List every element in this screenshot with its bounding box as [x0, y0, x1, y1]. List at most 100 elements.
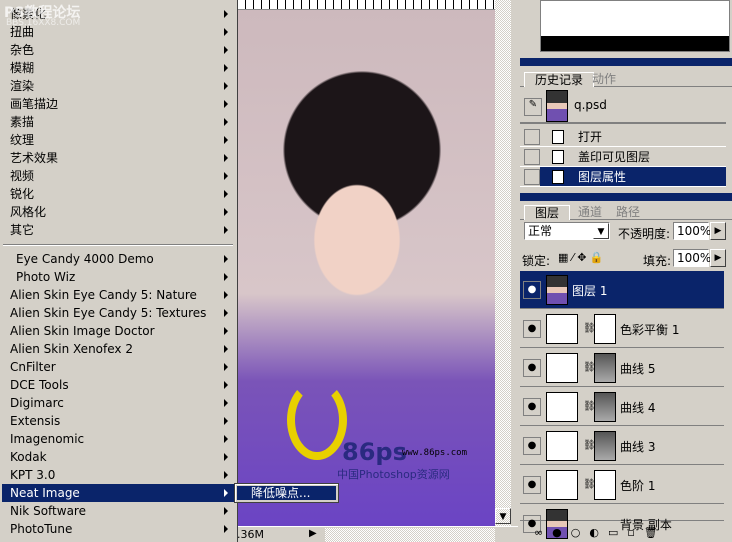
submenu-arrow-icon	[224, 64, 228, 72]
menu-item[interactable]: 风格化	[2, 203, 234, 221]
lock-icons[interactable]: ▦ ⁄ ✥ 🔒	[558, 251, 604, 264]
layers-bottom-toolbar[interactable]: ∞●○◐▭▫🗑	[520, 526, 732, 542]
menu-item[interactable]: DCE Tools	[2, 376, 234, 394]
history-state-icon	[552, 130, 564, 144]
history-source-checkbox[interactable]	[524, 169, 540, 185]
menu-item[interactable]: KPT 3.0	[2, 466, 234, 484]
history-brush-icon[interactable]: ✎	[524, 98, 542, 116]
eye-icon[interactable]: ●	[523, 476, 541, 494]
watermark-url: BBS.16XX8.COM	[6, 18, 81, 28]
menu-item[interactable]: CnFilter	[2, 358, 234, 376]
menu-item[interactable]: 模糊	[2, 59, 234, 77]
submenu-arrow-icon	[224, 154, 228, 162]
layer-name: 曲线 3	[620, 440, 656, 454]
submenu-arrow-icon	[224, 136, 228, 144]
menu-item[interactable]: PhotoTune	[2, 520, 234, 538]
history-item[interactable]: 打开	[520, 127, 726, 147]
layer-row[interactable]: ● 图层 1	[520, 271, 724, 309]
submenu-arrow-icon	[224, 399, 228, 407]
layer-row[interactable]: ● ⛓ 曲线 3	[520, 427, 724, 465]
submenu-arrow-icon	[224, 381, 228, 389]
horizontal-ruler	[237, 0, 495, 10]
menu-item[interactable]: 锐化	[2, 185, 234, 203]
filter-menu: 像素化 扭曲 杂色 模糊 渲染 画笔描边 素描 纹理 艺术效果 视频 锐化 风格化 其它 Eye Cand…	[0, 0, 238, 542]
eye-icon[interactable]: ●	[523, 320, 541, 338]
menu-item[interactable]: Eye Candy 4000 Demo	[2, 250, 234, 268]
layer-row[interactable]: ● 背景 副本	[520, 505, 724, 539]
eye-icon[interactable]: ●	[523, 437, 541, 455]
opacity-slider-button[interactable]: ▶	[710, 222, 726, 240]
menu-item[interactable]: 艺术效果	[2, 149, 234, 167]
adjustment-thumbnail	[546, 431, 578, 461]
menu-item[interactable]: Digimarc	[2, 394, 234, 412]
menu-item[interactable]: 其它	[2, 221, 234, 239]
menu-item[interactable]: 渲染	[2, 77, 234, 95]
menu-item[interactable]: Extensis	[2, 412, 234, 430]
vertical-scrollbar[interactable]: ▼	[495, 0, 511, 526]
horizontal-scrollbar[interactable]	[325, 528, 495, 542]
chevron-down-icon[interactable]: ▼	[593, 223, 609, 239]
fill-input[interactable]: 100%	[673, 249, 711, 267]
submenu-arrow-icon	[224, 118, 228, 126]
logo-subtitle: 中国Photoshop资源网	[337, 468, 450, 481]
submenu-arrow-icon	[224, 417, 228, 425]
menu-item[interactable]: Kodak	[2, 448, 234, 466]
tab-actions[interactable]: 动作	[582, 72, 626, 87]
status-menu-arrow-icon[interactable]: ▶	[309, 528, 317, 539]
history-panel-titlebar[interactable]	[520, 58, 732, 66]
menu-item[interactable]: Alien Skin Image Doctor	[2, 322, 234, 340]
layers-panel-titlebar[interactable]	[520, 193, 732, 201]
submenu-arrow-icon	[224, 226, 228, 234]
submenu-arrow-icon	[224, 507, 228, 515]
submenu-arrow-icon	[224, 363, 228, 371]
adjustment-thumbnail	[546, 314, 578, 344]
submenu-arrow-icon	[224, 489, 228, 497]
fill-slider-button[interactable]: ▶	[710, 249, 726, 267]
document-canvas[interactable]: 86ps www.86ps.com 中国Photoshop资源网	[237, 10, 495, 526]
menu-item[interactable]: Alien Skin Eye Candy 5: Nature	[2, 286, 234, 304]
menu-item[interactable]: 视频	[2, 167, 234, 185]
layer-row[interactable]: ● ⛓ 曲线 4	[520, 388, 724, 426]
tab-paths[interactable]: 路径	[606, 205, 650, 220]
menu-item-reduce-noise[interactable]: 降低噪点...	[237, 486, 336, 500]
layer-row[interactable]: ● ⛓ 色彩平衡 1	[520, 310, 724, 348]
scroll-down-button[interactable]: ▼	[495, 508, 511, 524]
submenu-arrow-icon	[224, 453, 228, 461]
eye-icon[interactable]: ●	[523, 359, 541, 377]
history-snapshot[interactable]: ✎ q.psd	[520, 88, 726, 124]
history-item-label: 盖印可见图层	[578, 150, 651, 164]
eye-icon[interactable]: ●	[523, 281, 541, 299]
layer-mask-thumbnail	[594, 353, 616, 383]
blend-mode-select[interactable]: 正常 ▼	[524, 222, 610, 240]
layer-name: 色阶 1	[620, 479, 656, 493]
menu-item[interactable]: 纹理	[2, 131, 234, 149]
layer-thumbnail	[546, 275, 568, 305]
submenu-arrow-icon	[224, 100, 228, 108]
history-item[interactable]: 盖印可见图层	[520, 147, 726, 167]
opacity-input[interactable]: 100%	[673, 222, 711, 240]
history-source-checkbox[interactable]	[524, 149, 540, 165]
submenu-arrow-icon	[224, 46, 228, 54]
menu-item[interactable]: Alien Skin Xenofex 2	[2, 340, 234, 358]
history-item[interactable]: 图层属性	[520, 167, 726, 187]
menu-item[interactable]: Nik Software	[2, 502, 234, 520]
tab-layers[interactable]: 图层	[524, 205, 571, 220]
neat-image-submenu: 降低噪点...	[234, 483, 339, 503]
doc-size: .36M	[237, 528, 264, 541]
layer-row[interactable]: ● ⛓ 曲线 5	[520, 349, 724, 387]
menu-item[interactable]: Alien Skin Eye Candy 5: Textures	[2, 304, 234, 322]
eye-icon[interactable]: ●	[523, 398, 541, 416]
menu-item[interactable]: Imagenomic	[2, 430, 234, 448]
menu-item[interactable]: Neat Image	[2, 484, 234, 502]
menu-item[interactable]: Photo Wiz	[2, 268, 234, 286]
logo-url: www.86ps.com	[402, 448, 468, 458]
history-source-checkbox[interactable]	[524, 129, 540, 145]
menu-item[interactable]: 画笔描边	[2, 95, 234, 113]
layer-name: 曲线 4	[620, 401, 656, 415]
menu-item[interactable]: 杂色	[2, 41, 234, 59]
layer-mask-thumbnail	[594, 470, 616, 500]
layer-mask-thumbnail	[594, 431, 616, 461]
layer-row[interactable]: ● ⛓ 色阶 1	[520, 466, 724, 504]
menu-separator	[3, 244, 233, 246]
menu-item[interactable]: 素描	[2, 113, 234, 131]
